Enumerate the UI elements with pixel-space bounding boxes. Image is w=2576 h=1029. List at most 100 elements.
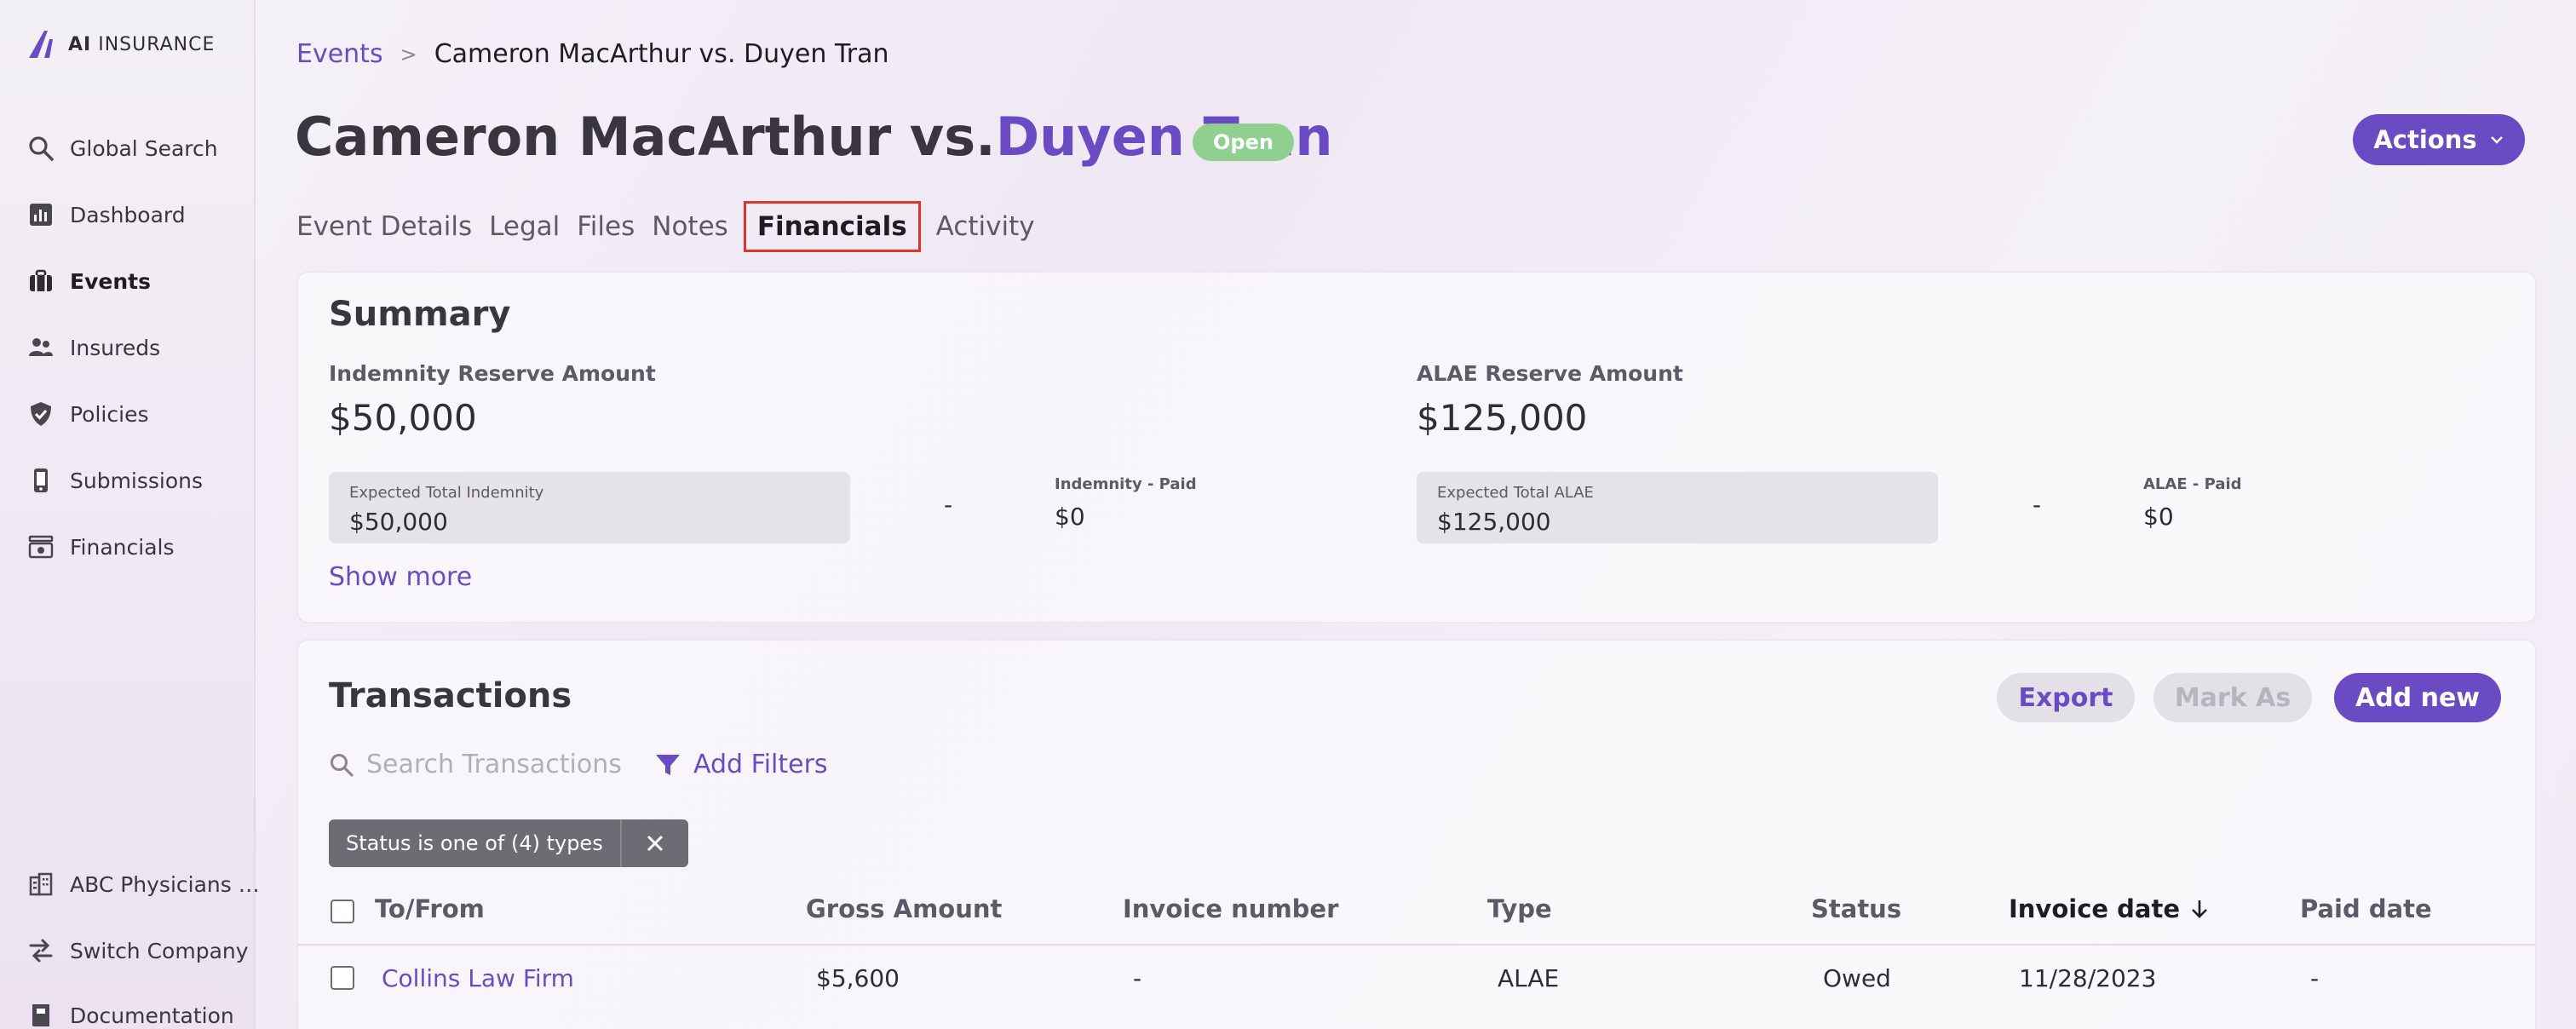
expected-total-alae-label: Expected Total ALAE bbox=[1437, 484, 1594, 502]
summary-card bbox=[296, 271, 2537, 624]
transactions-search bbox=[329, 750, 639, 779]
actions-button-label: Actions bbox=[2373, 125, 2477, 154]
sidebar-item-label: ABC Physicians … bbox=[70, 871, 257, 897]
breadcrumb-separator: > bbox=[400, 42, 417, 66]
add-new-button[interactable]: Add new bbox=[2334, 673, 2501, 722]
sidebar-item-label: Documentation bbox=[70, 1003, 234, 1028]
search-transactions-input[interactable] bbox=[366, 750, 639, 779]
invoice-date-label: Invoice date bbox=[2009, 894, 2181, 923]
actions-button[interactable]: Actions bbox=[2353, 114, 2525, 165]
status-cell: Owed bbox=[1823, 964, 1891, 992]
sidebar-item-documentation[interactable]: Documentation bbox=[27, 1002, 234, 1029]
expected-total-indemnity-field: Expected Total Indemnity $50,000 bbox=[329, 472, 850, 543]
add-filters-button[interactable]: Add Filters bbox=[654, 750, 828, 779]
indemnity-paid-label: Indemnity - Paid bbox=[1055, 475, 1197, 493]
shield-icon bbox=[31, 402, 51, 426]
tab-financials[interactable]: Financials bbox=[743, 201, 921, 252]
search-icon bbox=[29, 136, 54, 161]
expected-total-indemnity-value: $50,000 bbox=[349, 508, 448, 536]
status-filter-chip: Status is one of (4) types bbox=[329, 819, 688, 867]
type-cell: ALAE bbox=[1498, 964, 1560, 992]
sidebar-item-events[interactable]: Events bbox=[27, 267, 151, 295]
breadcrumb: Events > Cameron MacArthur vs. Duyen Tra… bbox=[296, 39, 889, 69]
transactions-table-header: To/From Gross Amount Invoice number Type… bbox=[298, 886, 2535, 946]
indemnity-reserve-label: Indemnity Reserve Amount bbox=[329, 361, 656, 386]
close-icon bbox=[647, 835, 663, 852]
table-row[interactable]: Collins Law Firm $5,600 - ALAE Owed 11/2… bbox=[298, 946, 2535, 1014]
breadcrumb-events-link[interactable]: Events bbox=[296, 39, 383, 69]
indemnity-reserve-amount: $50,000 bbox=[329, 397, 477, 439]
to-from-link[interactable]: Collins Law Firm bbox=[382, 964, 574, 992]
expected-total-indemnity-label: Expected Total Indemnity bbox=[349, 484, 544, 502]
tab-activity[interactable]: Activity bbox=[928, 201, 1044, 252]
sidebar-item-label: Financials bbox=[70, 534, 175, 560]
search-icon bbox=[331, 753, 354, 777]
sidebar-item-label: Global Search bbox=[70, 135, 218, 161]
sidebar-item-policies[interactable]: Policies bbox=[27, 400, 148, 428]
brand-name: AI INSURANCE bbox=[68, 33, 216, 55]
add-filters-label: Add Filters bbox=[693, 750, 828, 779]
sidebar-item-insureds[interactable]: Insureds bbox=[27, 334, 160, 361]
row-checkbox[interactable] bbox=[331, 966, 354, 990]
select-all-checkbox[interactable] bbox=[331, 900, 354, 923]
column-header-to-from[interactable]: To/From bbox=[375, 894, 485, 923]
column-header-paid-date[interactable]: Paid date bbox=[2300, 894, 2432, 923]
sidebar-item-label: Switch Company bbox=[70, 938, 249, 963]
invoice-number-cell: - bbox=[1133, 964, 1142, 992]
money-icon bbox=[28, 535, 54, 559]
mark-as-button[interactable]: Mark As bbox=[2153, 673, 2312, 722]
column-header-invoice-number[interactable]: Invoice number bbox=[1123, 894, 1338, 923]
mobile-icon bbox=[34, 469, 48, 492]
transactions-title: Transactions bbox=[329, 676, 572, 716]
logo-mark-icon bbox=[29, 31, 53, 58]
dashboard-icon bbox=[30, 204, 52, 226]
indemnity-paid-value: $0 bbox=[1055, 503, 1085, 531]
expected-total-alae-value: $125,000 bbox=[1437, 508, 1551, 536]
brand-logo[interactable]: AI INSURANCE bbox=[26, 27, 215, 61]
summary-title: Summary bbox=[329, 295, 511, 334]
building-icon bbox=[29, 872, 53, 896]
remove-filter-button[interactable] bbox=[619, 819, 688, 867]
column-header-status[interactable]: Status bbox=[1811, 894, 1901, 923]
tab-legal[interactable]: Legal bbox=[480, 201, 568, 252]
alae-reserve-amount: $125,000 bbox=[1417, 397, 1588, 439]
sidebar-item-global-search[interactable]: Global Search bbox=[27, 135, 218, 162]
filter-chip-label: Status is one of (4) types bbox=[346, 831, 603, 855]
tab-bar: Event Details Legal Files Notes Financia… bbox=[296, 201, 1044, 252]
alae-dash: - bbox=[2033, 491, 2042, 519]
sidebar-item-submissions[interactable]: Submissions bbox=[27, 467, 203, 494]
sidebar-item-label: Events bbox=[70, 268, 151, 294]
show-more-link[interactable]: Show more bbox=[329, 562, 472, 592]
column-header-gross-amount[interactable]: Gross Amount bbox=[806, 894, 1002, 923]
expected-total-alae-field: Expected Total ALAE $125,000 bbox=[1417, 472, 1938, 543]
arrow-down-icon bbox=[2192, 900, 2207, 918]
book-icon bbox=[32, 1004, 49, 1026]
chevron-down-icon bbox=[2490, 136, 2503, 144]
tab-files[interactable]: Files bbox=[568, 201, 643, 252]
invoice-date-cell: 11/28/2023 bbox=[2019, 964, 2157, 992]
page-title-claimant: Cameron MacArthur vs. bbox=[295, 106, 996, 168]
sidebar-item-company[interactable]: ABC Physicians … bbox=[27, 871, 257, 898]
tab-event-details[interactable]: Event Details bbox=[296, 201, 480, 252]
briefcase-icon bbox=[30, 269, 52, 291]
alae-reserve-label: ALAE Reserve Amount bbox=[1417, 361, 1683, 386]
sidebar-item-financials[interactable]: Financials bbox=[27, 533, 175, 560]
column-header-invoice-date[interactable]: Invoice date bbox=[2009, 894, 2211, 923]
sidebar-item-label: Dashboard bbox=[70, 202, 186, 227]
export-button[interactable]: Export bbox=[1997, 673, 2135, 722]
tab-notes[interactable]: Notes bbox=[643, 201, 737, 252]
status-badge: Open bbox=[1193, 124, 1294, 161]
column-header-type[interactable]: Type bbox=[1487, 894, 1552, 923]
filter-icon bbox=[656, 754, 680, 775]
sidebar-item-dashboard[interactable]: Dashboard bbox=[27, 201, 186, 228]
gross-amount-cell: $5,600 bbox=[816, 964, 900, 992]
sidebar-item-switch-company[interactable]: Switch Company bbox=[27, 937, 249, 964]
breadcrumb-current: Cameron MacArthur vs. Duyen Tran bbox=[434, 39, 889, 69]
page-title: Cameron MacArthur vs. Duyen Tran bbox=[295, 106, 1333, 168]
users-icon bbox=[29, 338, 53, 356]
sidebar-item-label: Policies bbox=[70, 401, 149, 427]
sidebar: AI INSURANCE Global Search Dashboard Eve… bbox=[0, 0, 257, 1029]
sidebar-item-label: Submissions bbox=[70, 468, 204, 493]
indemnity-dash: - bbox=[944, 491, 953, 519]
switch-icon bbox=[29, 939, 53, 963]
